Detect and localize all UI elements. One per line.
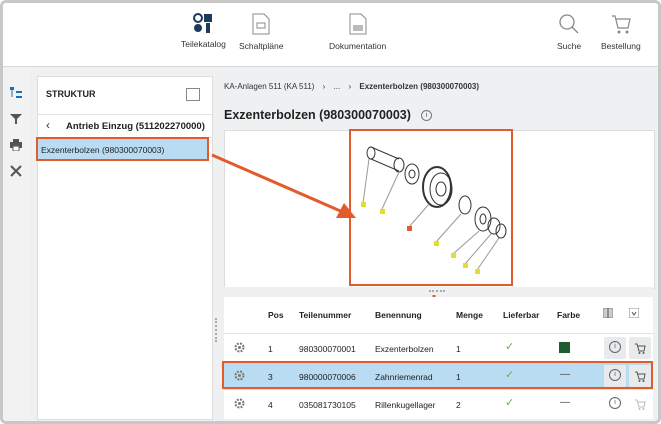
cell-name: Exzenterbolzen — [375, 344, 434, 354]
gear-icon[interactable] — [234, 398, 245, 409]
row-highlight-frame — [222, 361, 653, 389]
cell-quantity: 1 — [456, 344, 461, 354]
col-header-pos[interactable]: Pos — [268, 310, 284, 320]
info-button[interactable]: i — [604, 393, 626, 415]
cell-pos: 1 — [268, 344, 273, 354]
available-check-icon: ✓ — [505, 397, 515, 409]
vertical-splitter-handle[interactable] — [215, 318, 219, 342]
column-chooser-icon[interactable] — [603, 308, 613, 318]
col-header-name[interactable]: Benennung — [375, 310, 422, 320]
col-header-part-number[interactable]: Teilenummer — [299, 310, 351, 320]
cell-color: — — [560, 397, 570, 408]
add-to-cart-button[interactable] — [629, 393, 651, 415]
splitter-handle[interactable] — [429, 290, 445, 294]
info-icon: i — [609, 341, 621, 353]
add-to-cart-button[interactable] — [629, 337, 651, 359]
cell-name: Rillenkugellager — [375, 400, 436, 410]
available-check-icon: ✓ — [505, 341, 515, 353]
color-swatch — [559, 342, 570, 353]
cell-quantity: 2 — [456, 400, 461, 410]
cell-part-number: 980300070001 — [299, 344, 356, 354]
col-header-available[interactable]: Lieferbar — [503, 310, 539, 320]
col-header-color[interactable]: Farbe — [557, 310, 580, 320]
cell-part-number: 035081730105 — [299, 400, 356, 410]
table-row[interactable]: 1 980300070001 Exzenterbolzen 1 ✓ i — [224, 333, 653, 362]
info-icon: i — [609, 397, 621, 409]
gear-icon[interactable] — [234, 342, 245, 353]
info-button[interactable]: i — [604, 337, 626, 359]
cell-pos: 4 — [268, 400, 273, 410]
export-icon[interactable] — [629, 308, 639, 318]
cart-icon — [635, 343, 646, 354]
table-row[interactable]: 4 035081730105 Rillenkugellager 2 ✓ — i — [224, 389, 653, 419]
col-header-quantity[interactable]: Menge — [456, 310, 483, 320]
cart-icon — [635, 399, 646, 410]
